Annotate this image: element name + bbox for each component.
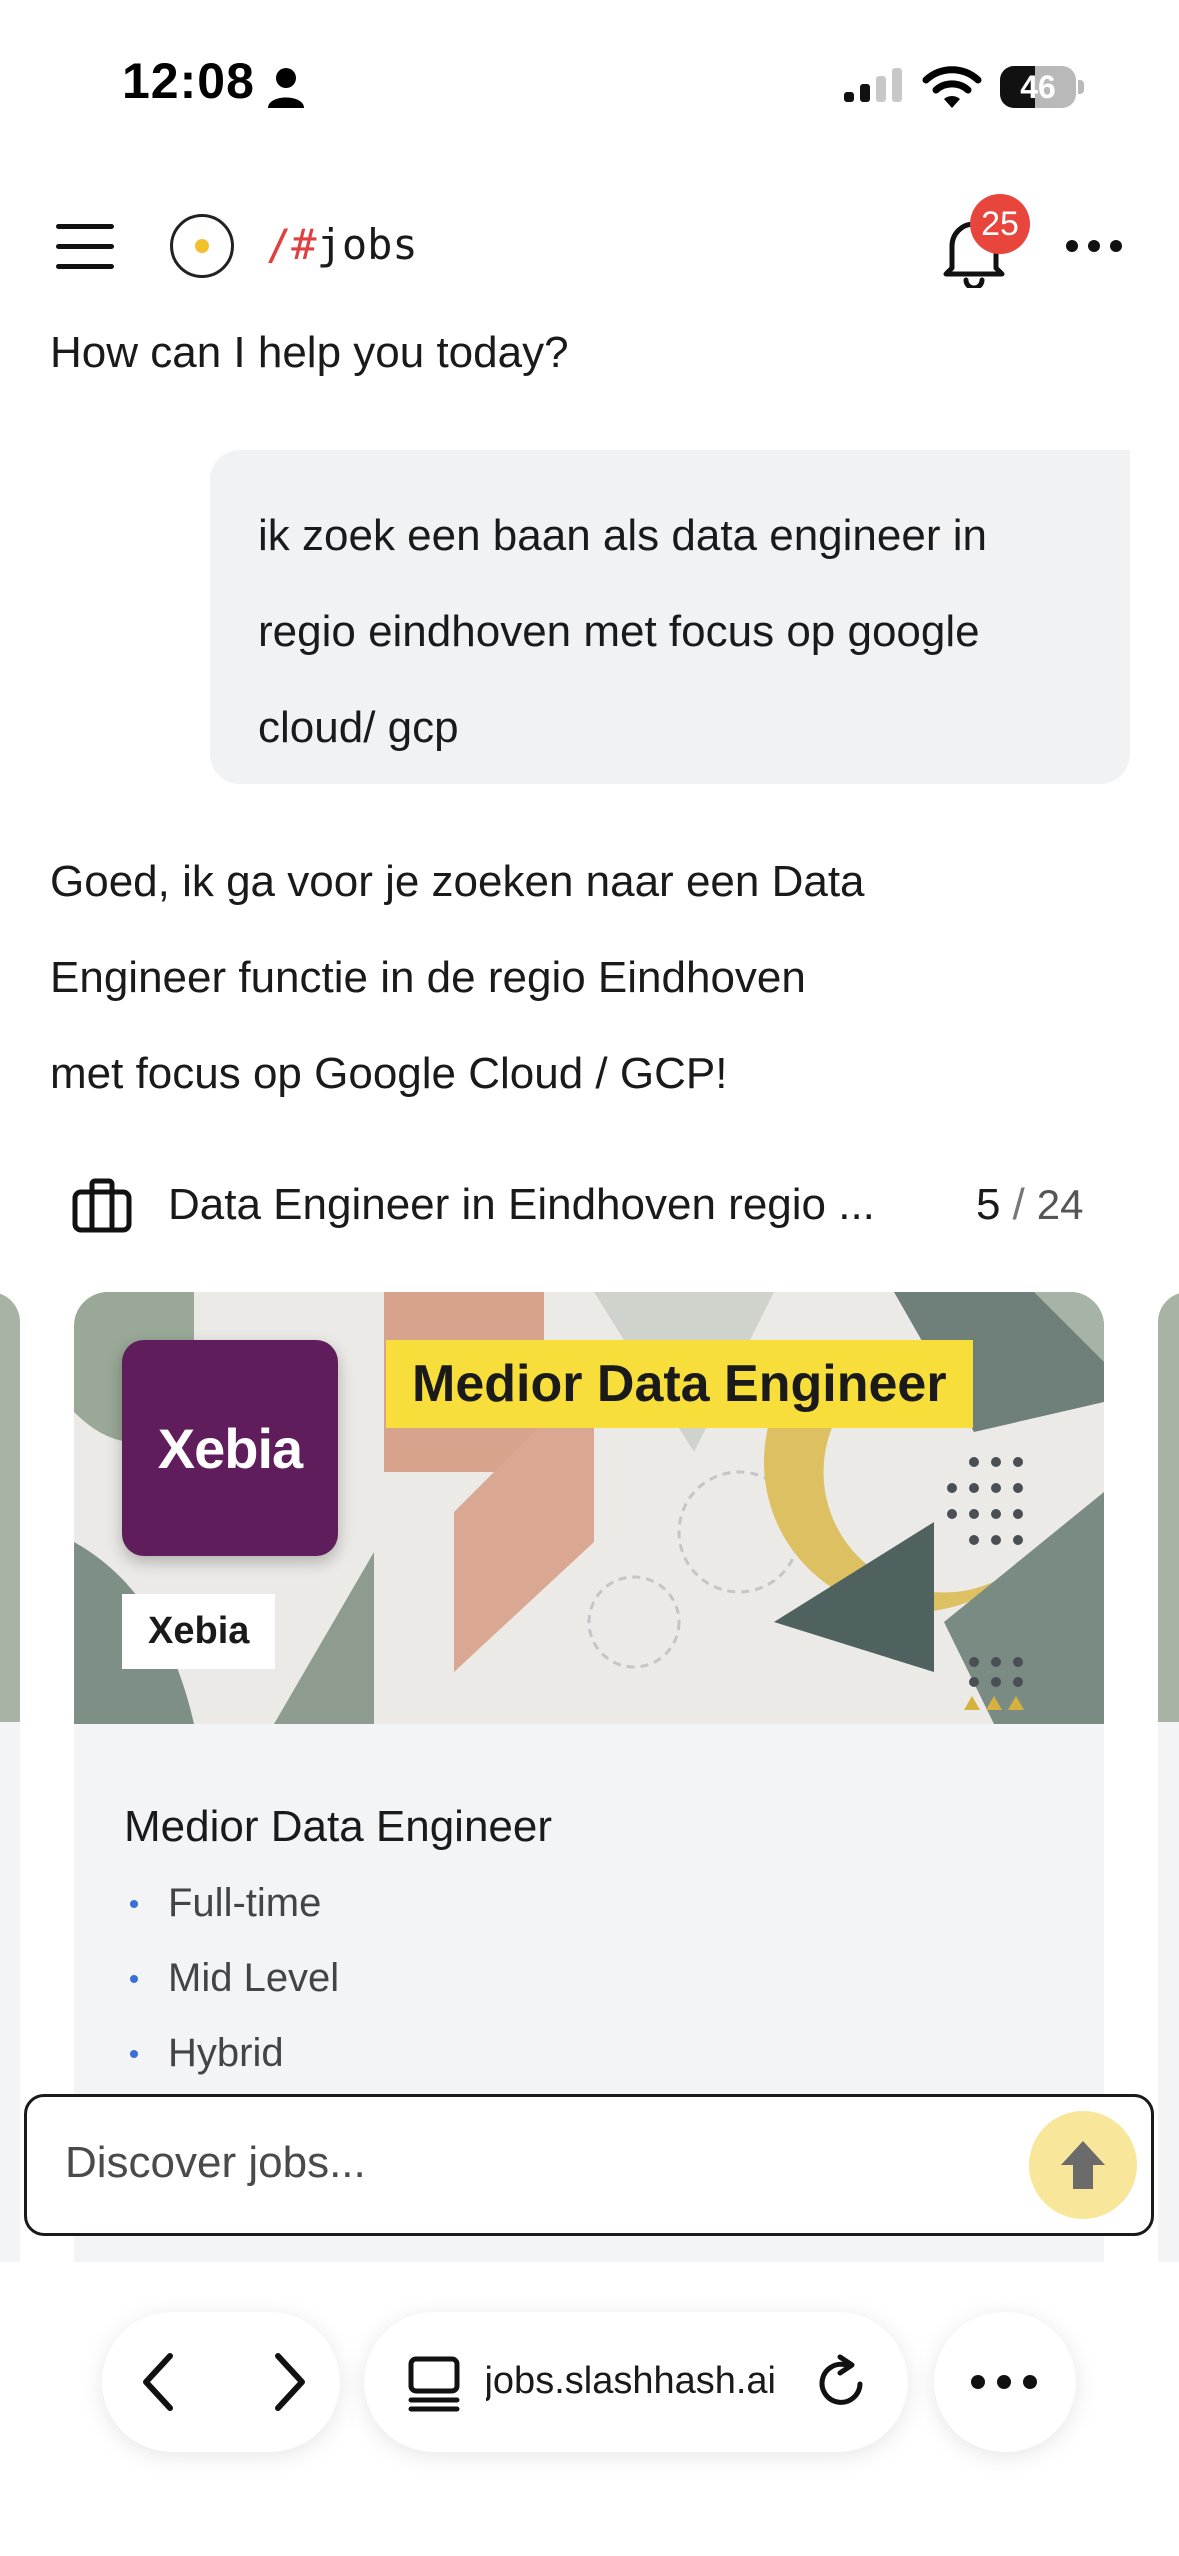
send-button[interactable] [1029, 2111, 1137, 2219]
back-icon[interactable] [132, 2350, 192, 2414]
channel-title[interactable]: /#jobs [266, 220, 418, 269]
job-card-banner: Xebia Xebia Medior Data Engineer [74, 1292, 1104, 1724]
company-logo-text: Xebia [157, 1417, 303, 1480]
arrow-up-icon [1061, 2141, 1105, 2189]
battery-level: 46 [1020, 69, 1056, 105]
company-name-tag: Xebia [122, 1594, 276, 1669]
composer [24, 2094, 1154, 2236]
logo-icon[interactable] [170, 214, 234, 278]
discover-jobs-input[interactable] [63, 2137, 967, 2189]
tabs-icon[interactable] [408, 2356, 460, 2412]
battery-icon: 46 [1000, 66, 1076, 108]
briefcase-icon [72, 1178, 132, 1233]
job-card-next[interactable] [1158, 1292, 1179, 2292]
url-text[interactable]: jobs.slashhash.ai [486, 2360, 776, 2403]
assistant-message-line: Engineer functie in de regio Eindhoven [50, 953, 806, 1002]
user-message-bubble: ik zoek een baan als data engineer in re… [210, 450, 1130, 784]
banner-job-title: Medior Data Engineer [386, 1340, 973, 1428]
results-title[interactable]: Data Engineer in Eindhoven regio ... [168, 1180, 948, 1230]
more-icon[interactable] [968, 2372, 1040, 2392]
job-tag: Mid Level [124, 1947, 339, 2022]
user-message-line: regio eindhoven met focus op google [258, 607, 980, 656]
channel-name: jobs [316, 220, 418, 269]
job-card-previous[interactable] [0, 1292, 20, 2292]
job-tag: Full-time [124, 1872, 339, 1947]
results-separator: / [1012, 1180, 1025, 1229]
assistant-message: Goed, ik ga voor je zoeken naar een Data… [50, 834, 1090, 1122]
results-current: 5 [976, 1180, 1001, 1229]
kebab-icon[interactable] [1064, 234, 1124, 258]
menu-icon[interactable] [56, 222, 114, 272]
job-title: Medior Data Engineer [124, 1802, 553, 1851]
assistant-message-line: met focus op Google Cloud / GCP! [50, 1049, 728, 1098]
company-logo: Xebia [122, 1340, 338, 1556]
wifi-icon [922, 66, 982, 108]
signal-icon [844, 68, 902, 102]
reload-icon[interactable] [814, 2354, 870, 2412]
assistant-message-line: Goed, ik ga voor je zoeken naar een Data [50, 857, 865, 906]
assistant-greeting: How can I help you today? [50, 328, 569, 377]
job-tag: Hybrid [124, 2022, 339, 2097]
status-time: 12:08 [122, 53, 255, 109]
channel-prefix: /# [266, 220, 317, 269]
forward-icon[interactable] [256, 2350, 316, 2414]
results-total: 24 [1036, 1181, 1084, 1228]
person-icon [268, 68, 304, 108]
user-message-line: ik zoek een baan als data engineer in [258, 511, 987, 560]
battery-nub [1078, 80, 1084, 94]
user-message-line: cloud/ gcp [258, 703, 459, 752]
job-tags: Full-time Mid Level Hybrid [124, 1872, 339, 2097]
results-counter: 5/24 [976, 1180, 1083, 1230]
notification-badge: 25 [970, 194, 1030, 254]
